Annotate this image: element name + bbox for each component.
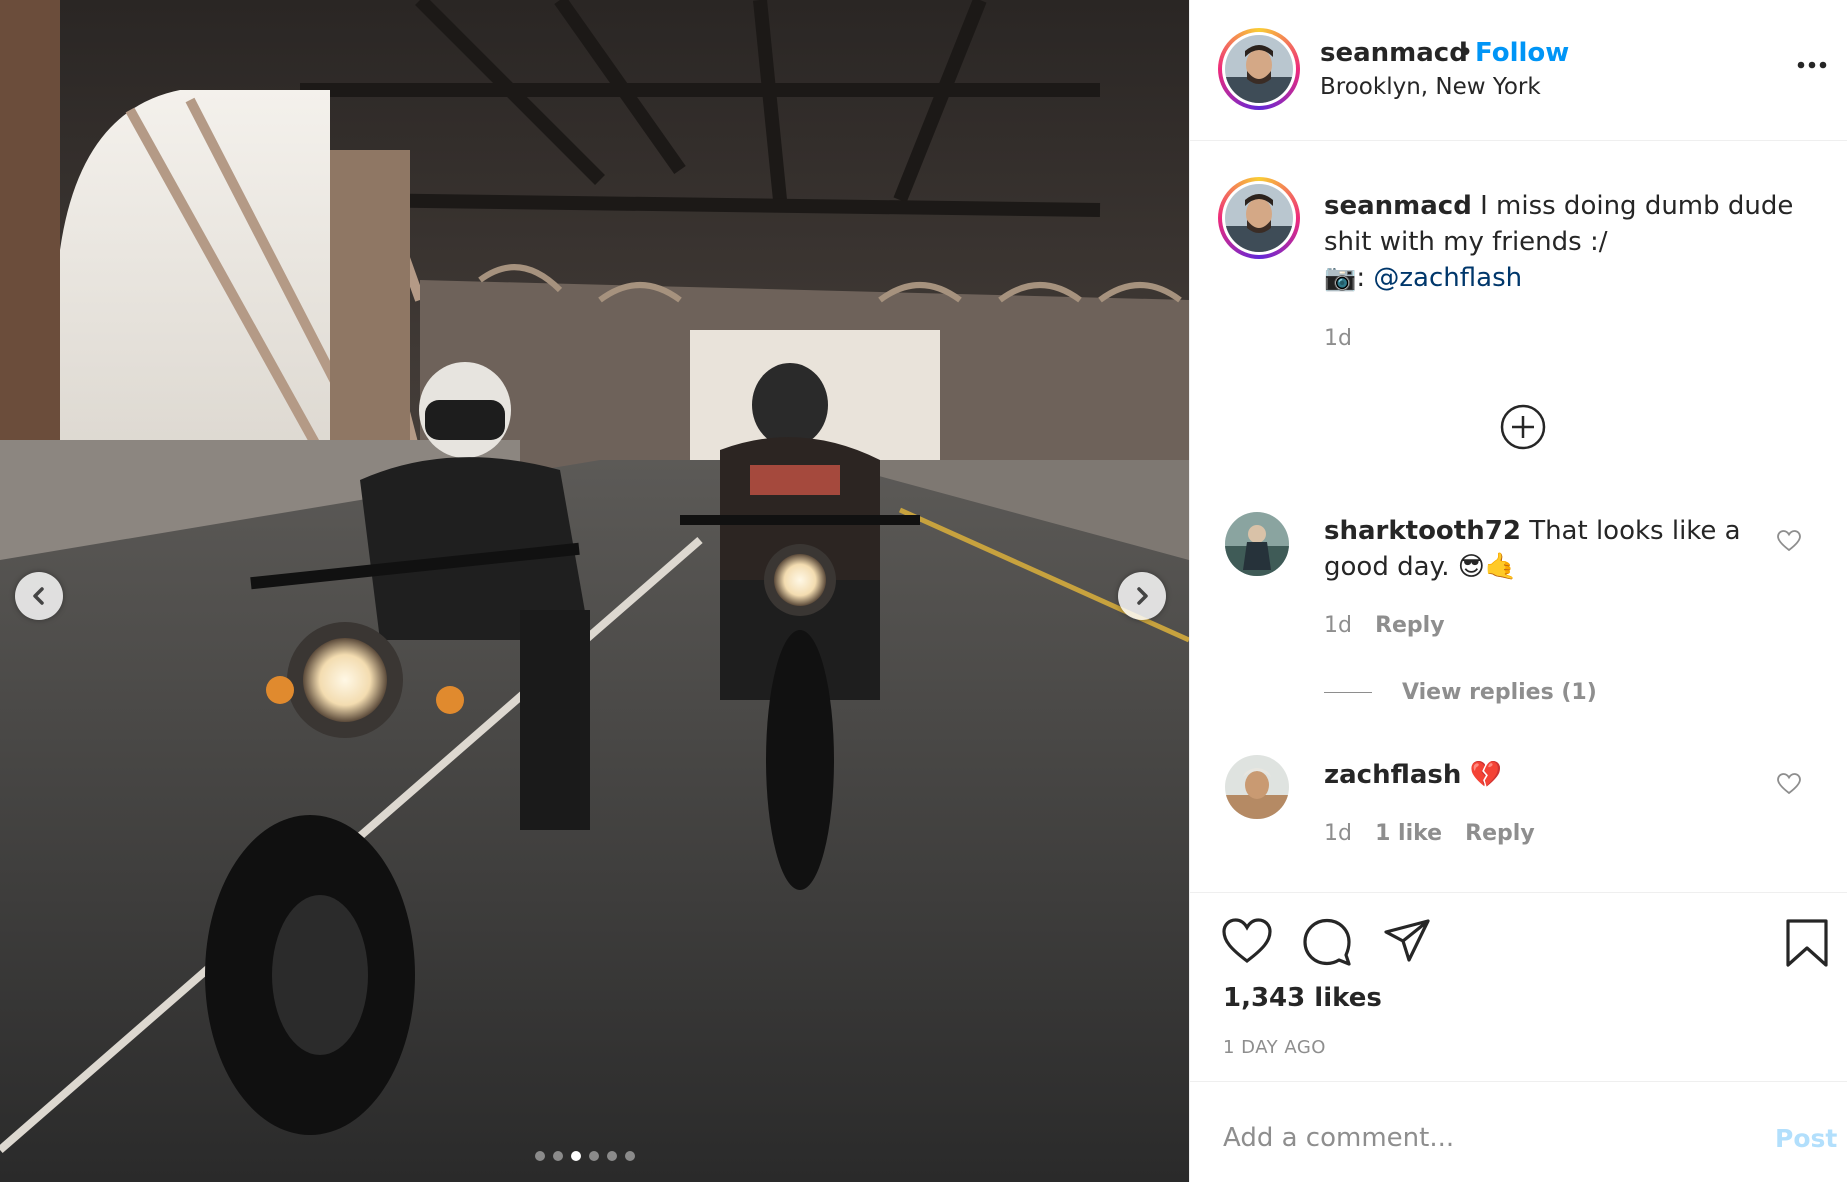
plus-circle-icon[interactable] [1499, 403, 1547, 451]
paper-plane-icon[interactable] [1383, 918, 1431, 964]
comment-like-icon[interactable] [1777, 773, 1801, 795]
comment-2: zachflash 💔 [1324, 757, 1754, 793]
mention-link[interactable]: @zachflash [1373, 263, 1522, 293]
avatar-photo [1225, 35, 1293, 103]
caption-avatar[interactable] [1218, 177, 1300, 259]
camera-emoji: 📷 [1324, 263, 1357, 293]
view-replies-button[interactable]: View replies (1) [1324, 680, 1597, 705]
comment-time[interactable]: 1d [1324, 613, 1352, 638]
comment-1-meta: 1d Reply [1324, 613, 1445, 638]
avatar-photo [1225, 512, 1289, 576]
slide-dot [571, 1151, 581, 1161]
post-header: seanmacd • Follow Brooklyn, New York [1190, 0, 1847, 141]
chevron-right-icon [1137, 587, 1148, 605]
post-date[interactable]: 1 DAY AGO [1223, 1037, 1326, 1058]
location-link[interactable]: Brooklyn, New York [1320, 74, 1541, 100]
post-photo [0, 0, 1189, 1182]
slide-dot [625, 1151, 635, 1161]
reply-button[interactable]: Reply [1375, 613, 1445, 638]
commenter-avatar[interactable] [1225, 755, 1289, 819]
commenter-avatar[interactable] [1225, 512, 1289, 576]
comment-emojis: 💔 [1469, 760, 1503, 790]
comment-icon[interactable] [1302, 918, 1352, 966]
comment-like-icon[interactable] [1777, 530, 1801, 552]
avatar-photo [1225, 184, 1293, 252]
slide-dot [553, 1151, 563, 1161]
heart-icon[interactable] [1222, 918, 1272, 964]
view-replies-label[interactable]: View replies (1) [1402, 680, 1597, 705]
more-horizontal-icon[interactable] [1795, 55, 1829, 75]
comment-username[interactable]: sharktooth72 [1324, 516, 1521, 546]
caption: seanmacd I miss doing dumb dude shit wit… [1324, 188, 1794, 296]
next-slide-button[interactable] [1118, 572, 1166, 620]
follow-button[interactable]: Follow [1475, 38, 1569, 68]
author-avatar[interactable] [1218, 28, 1300, 110]
post-panel: seanmacd • Follow Brooklyn, New York sea… [1189, 0, 1847, 1182]
slide-dot [535, 1151, 545, 1161]
avatar-photo [1225, 755, 1289, 819]
slide-dot [607, 1151, 617, 1161]
previous-slide-button[interactable] [15, 572, 63, 620]
comment-username[interactable]: zachflash [1324, 760, 1461, 790]
separator-dot: • [1458, 38, 1474, 68]
post-comment-button[interactable]: Post [1775, 1124, 1837, 1153]
slide-indicator [535, 1151, 635, 1161]
comment-1: sharktooth72 That looks like a good day.… [1324, 513, 1754, 585]
comment-bar: Post [1190, 1081, 1847, 1183]
caption-username[interactable]: seanmacd [1324, 191, 1472, 221]
bookmark-icon[interactable] [1785, 918, 1829, 968]
likes-count[interactable]: 1,343 likes [1223, 983, 1382, 1013]
author-username[interactable]: seanmacd [1320, 38, 1468, 68]
reply-button[interactable]: Reply [1465, 821, 1535, 846]
slide-dot [589, 1151, 599, 1161]
comment-input[interactable] [1223, 1120, 1763, 1156]
replies-divider [1324, 692, 1372, 693]
chevron-left-icon [33, 587, 44, 605]
caption-time[interactable]: 1d [1324, 326, 1352, 351]
comment-likes[interactable]: 1 like [1375, 821, 1442, 846]
caption-colon: : [1356, 263, 1366, 293]
comment-2-meta: 1d 1 like Reply [1324, 821, 1535, 846]
comment-time[interactable]: 1d [1324, 821, 1352, 846]
post-media[interactable] [0, 0, 1189, 1182]
comment-emojis: 😎🤙 [1457, 552, 1518, 582]
